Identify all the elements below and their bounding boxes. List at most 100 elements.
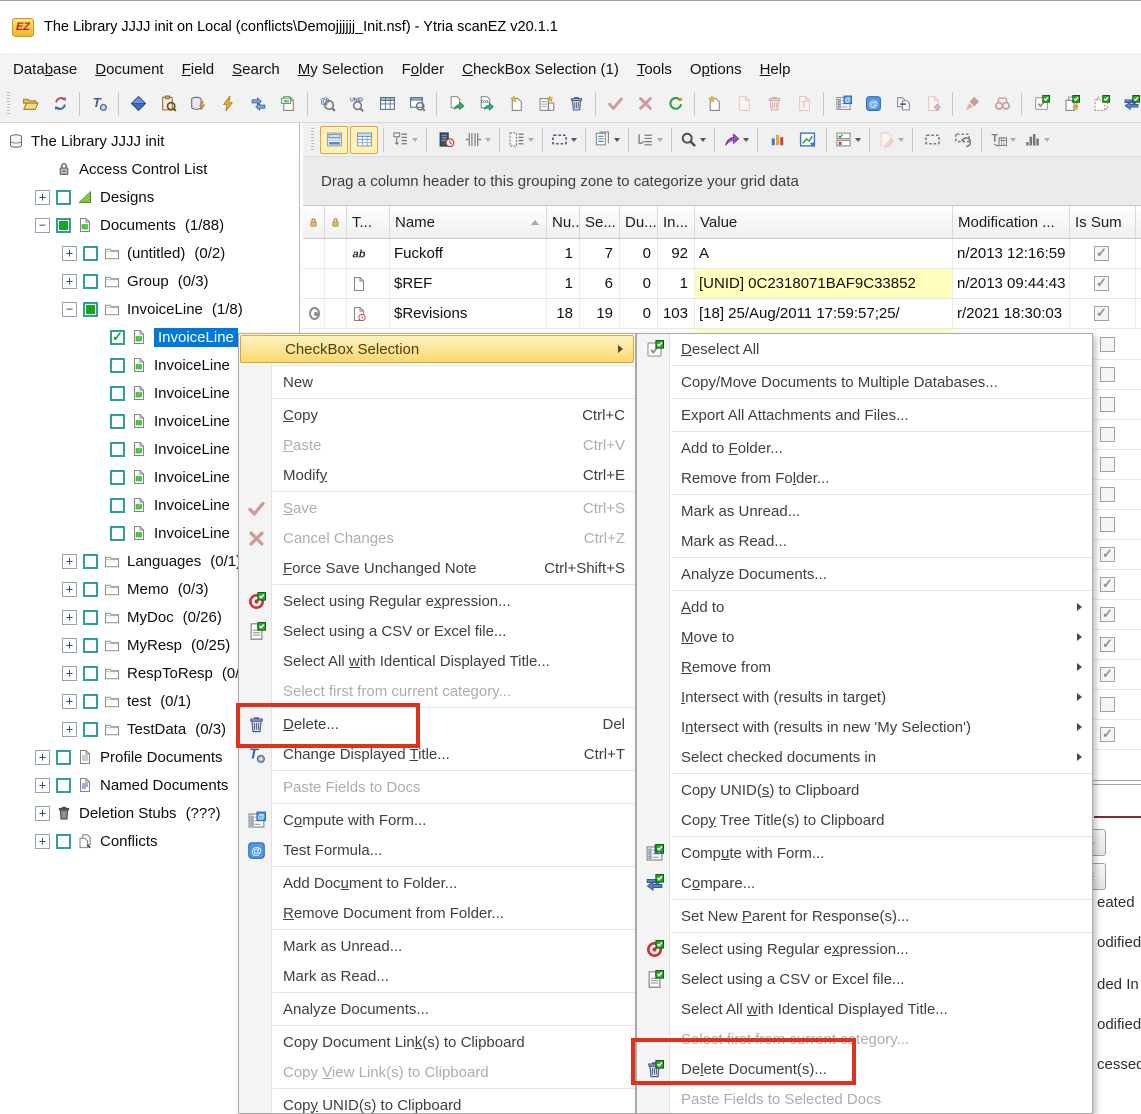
cell-value[interactable]: [UNID] 0C2318071BAF9C33852 <box>695 269 953 298</box>
menu-item-compare[interactable]: Compare... <box>637 868 1092 898</box>
export-document-button[interactable] <box>442 90 470 118</box>
copy-note-button[interactable] <box>730 90 758 118</box>
indent-responses-button[interactable] <box>634 126 666 154</box>
grouping-button[interactable] <box>389 126 421 154</box>
audit-database-button[interactable] <box>154 90 182 118</box>
menu-item-add-to-folder[interactable]: Add to Folder... <box>637 433 1092 463</box>
menubar-item-options[interactable]: Options <box>681 56 751 83</box>
compute-with-form-button[interactable]: @ <box>829 90 857 118</box>
menu-item-select-using-a-csv-or-excel-file[interactable]: Select using a CSV or Excel file... <box>637 964 1092 994</box>
chart-values-button[interactable] <box>763 126 791 154</box>
tree-checkbox[interactable] <box>83 582 98 597</box>
summary-checkbox[interactable] <box>1100 337 1115 352</box>
new-document-form-button[interactable] <box>532 90 560 118</box>
menu-item-copy-unid-s-to-clipboard[interactable]: Copy UNID(s) to Clipboard <box>239 1090 635 1114</box>
menu-item-copy-move-documents-to-multiple-databases[interactable]: Copy/Move Documents to Multiple Database… <box>637 367 1092 397</box>
menu-item-intersect-with-results-in-new-my-selection[interactable]: Intersect with (results in new 'My Selec… <box>637 712 1092 742</box>
tree-item-documents[interactable]: −Documents(1/88) <box>0 211 299 239</box>
expand-columns-button[interactable] <box>462 126 494 154</box>
menu-item-copy-unid-s-to-clipboard[interactable]: Copy UNID(s) to Clipboard <box>637 775 1092 805</box>
tree-item-untitled[interactable]: +(untitled)(0/2) <box>0 239 299 267</box>
undo-deletions-button[interactable] <box>948 126 976 154</box>
tree-checkbox[interactable] <box>83 246 98 261</box>
tree-checkbox[interactable] <box>83 694 98 709</box>
menu-item-paste-fields-to-docs[interactable]: Paste Fields to Docs <box>239 772 635 802</box>
tree-checkbox[interactable] <box>83 666 98 681</box>
menu-item-add-document-to-folder[interactable]: Add Document to Folder... <box>239 868 635 898</box>
menu-item-modify[interactable]: ModifyCtrl+E <box>239 460 635 490</box>
cell-name[interactable]: $Revisions <box>390 299 547 328</box>
cell-value[interactable]: [18] 25/Aug/2011 17:59:57;25/ <box>695 299 953 328</box>
summary-checkbox[interactable] <box>1100 397 1115 412</box>
database-agents-button[interactable] <box>184 90 212 118</box>
cell-type[interactable]: ab <box>347 239 390 268</box>
column-chooser-button[interactable] <box>505 126 537 154</box>
tree-expander-icon[interactable]: + <box>62 582 77 597</box>
tree-checkbox[interactable] <box>110 498 125 513</box>
new-note-button[interactable] <box>700 90 728 118</box>
summary-checkbox[interactable] <box>1100 547 1115 562</box>
summary-checkbox[interactable] <box>1100 607 1115 622</box>
show-deletions-button[interactable] <box>918 126 946 154</box>
tree-expander-icon[interactable]: + <box>35 190 50 205</box>
save-note-button[interactable] <box>601 90 629 118</box>
column-header-du[interactable]: Du... <box>620 206 658 238</box>
tree-checkbox[interactable] <box>83 274 98 289</box>
retitle-note-button[interactable]: T <box>790 90 818 118</box>
run-agent-button[interactable] <box>214 90 242 118</box>
tree-checkbox[interactable] <box>110 526 125 541</box>
menubar-item-folder[interactable]: Folder <box>393 56 454 83</box>
summary-checkbox[interactable] <box>1100 637 1115 652</box>
tree-expander-icon[interactable]: + <box>35 750 50 765</box>
column-header-modification[interactable]: Modification ... <box>953 206 1070 238</box>
tree-expander-icon[interactable]: + <box>62 666 77 681</box>
menu-item-select-all-with-identical-displayed-title[interactable]: Select All with Identical Displayed Titl… <box>637 994 1092 1024</box>
grid-export-button[interactable] <box>720 126 752 154</box>
menu-item-add-to[interactable]: Add to <box>637 592 1092 622</box>
toolbar-grip[interactable] <box>311 128 314 152</box>
summary-checkbox[interactable] <box>1094 246 1109 261</box>
menu-item-new[interactable]: New <box>239 367 635 397</box>
menubar-item-tools[interactable]: Tools <box>628 56 681 83</box>
menu-item-select-first-from-current-category[interactable]: Select first from current category... <box>239 676 635 706</box>
dropdown-arrow-icon[interactable] <box>1044 138 1050 142</box>
tree-expander-icon[interactable]: + <box>62 722 77 737</box>
tree-checkbox[interactable] <box>110 358 125 373</box>
copy-to-database-button[interactable] <box>244 90 272 118</box>
menu-item-paste[interactable]: PasteCtrl+V <box>239 430 635 460</box>
cell-lock[interactable] <box>325 239 347 268</box>
column-header-nu[interactable]: Nu... <box>547 206 580 238</box>
menu-item-analyze-documents[interactable]: Analyze Documents... <box>239 994 635 1024</box>
menu-item-copy-view-link-s-to-clipboard[interactable]: Copy View Link(s) to Clipboard <box>239 1057 635 1087</box>
menu-item-select-checked-documents-in[interactable]: Select checked documents in <box>637 742 1092 772</box>
change-title-button[interactable]: T <box>85 90 113 118</box>
select-by-form-button[interactable] <box>1057 90 1085 118</box>
dropdown-arrow-icon[interactable] <box>700 138 706 142</box>
cell-modification[interactable]: n/2013 09:44:43 <box>953 269 1070 298</box>
tree-expander-icon[interactable]: + <box>35 834 50 849</box>
tree-expander-icon[interactable]: − <box>62 302 77 317</box>
swap-selection-button[interactable] <box>1117 90 1141 118</box>
tree-checkbox[interactable] <box>110 442 125 457</box>
tree-checkbox[interactable] <box>56 218 71 233</box>
tree-checkbox[interactable] <box>110 470 125 485</box>
reload-note-button[interactable] <box>661 90 689 118</box>
menubar-item-document[interactable]: Document <box>86 56 172 83</box>
edit-document-button[interactable] <box>875 126 907 154</box>
cell-num[interactable]: 1 <box>547 269 580 298</box>
cell-seq[interactable]: 19 <box>580 299 620 328</box>
column-header-is-sum[interactable]: Is Sum <box>1070 206 1136 238</box>
dropdown-arrow-icon[interactable] <box>571 138 577 142</box>
copy-cells-button[interactable] <box>591 126 623 154</box>
menu-item-copy-document-link-s-to-clipboard[interactable]: Copy Document Link(s) to Clipboard <box>239 1027 635 1057</box>
grid-search-button[interactable] <box>677 126 709 154</box>
cell-lock[interactable] <box>325 269 347 298</box>
cell-dup[interactable]: 0 <box>620 239 658 268</box>
tree-checkbox[interactable] <box>56 750 71 765</box>
tree-expander-icon[interactable]: + <box>62 554 77 569</box>
cell-indicator[interactable] <box>303 299 325 328</box>
column-header-lock-1[interactable] <box>325 206 347 238</box>
menu-item-force-save-unchanged-note[interactable]: Force Save Unchanged NoteCtrl+Shift+S <box>239 553 635 583</box>
menu-item-mark-as-unread[interactable]: Mark as Unread... <box>239 931 635 961</box>
layout-preview-button[interactable] <box>320 126 348 154</box>
